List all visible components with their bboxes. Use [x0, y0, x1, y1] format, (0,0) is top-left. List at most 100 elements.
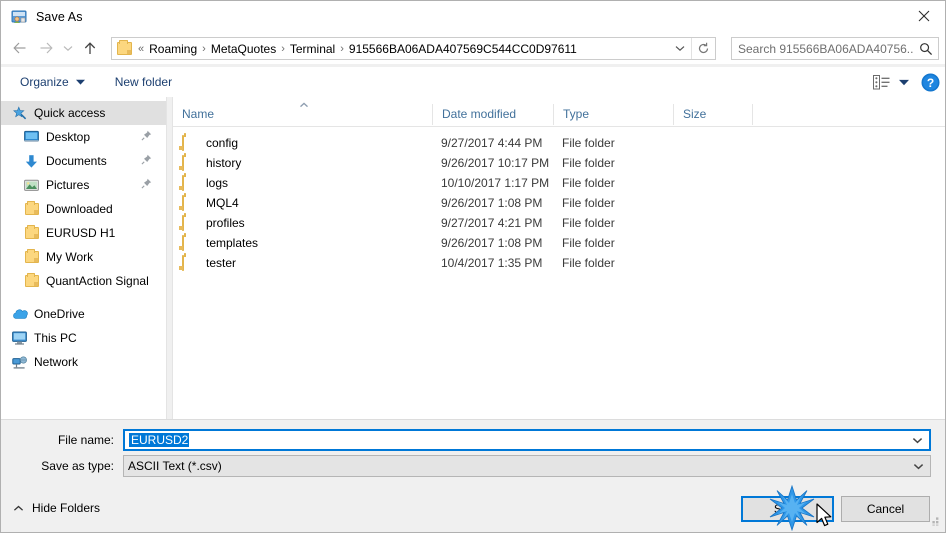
sidebar-item-onedrive[interactable]: OneDrive [1, 302, 166, 326]
breadcrumb-separator[interactable]: › [279, 43, 287, 55]
navigation-pane: Quick access Desktop Documents Pictures … [1, 97, 166, 419]
this-pc-icon [11, 330, 28, 346]
save-as-icon [11, 9, 27, 25]
file-date-modified: 9/26/2017 1:08 PM [441, 236, 543, 250]
recent-locations-button[interactable] [59, 35, 77, 61]
sidebar-item-label: This PC [34, 331, 77, 345]
sidebar-item-my-work[interactable]: My Work [1, 245, 166, 269]
organize-button[interactable]: Organize [11, 70, 94, 94]
new-folder-label: New folder [114, 75, 173, 89]
sidebar-row: Desktop [1, 125, 166, 149]
save-as-dialog: Save As « Roaming › MetaQuotes › Termina… [0, 0, 946, 533]
folder-icon [23, 273, 40, 289]
address-bar[interactable]: « Roaming › MetaQuotes › Terminal › 9155… [111, 37, 716, 60]
column-header-date-modified[interactable]: Date modified [433, 103, 554, 125]
help-button[interactable]: ? [913, 73, 945, 92]
pin-icon[interactable] [141, 178, 152, 192]
folder-icon [117, 40, 132, 55]
sidebar-item-quantaction-signal[interactable]: QuantAction Signal [1, 269, 166, 293]
up-button[interactable] [77, 35, 103, 61]
help-icon: ? [921, 73, 939, 91]
table-row[interactable]: history 9/26/2017 10:17 PM File folder [173, 153, 945, 173]
forward-button[interactable] [33, 35, 59, 61]
resize-grip[interactable] [927, 512, 941, 529]
sidebar-item-label: Network [34, 355, 79, 369]
sidebar-item-documents[interactable]: Documents [1, 149, 166, 173]
table-row[interactable]: tester 10/4/2017 1:35 PM File folder [173, 253, 945, 273]
chevron-down-icon [913, 463, 923, 469]
pin-icon[interactable] [141, 154, 152, 168]
sidebar-item-network[interactable]: Network [1, 350, 166, 374]
hide-folders-button[interactable]: Hide Folders [13, 501, 100, 515]
breadcrumb-separator[interactable]: › [200, 43, 208, 55]
search-box[interactable]: Search 915566BA06ADA40756... [731, 37, 939, 60]
column-header-size[interactable]: Size [674, 103, 753, 125]
close-button[interactable] [901, 1, 945, 31]
table-row[interactable]: templates 9/26/2017 1:08 PM File folder [173, 233, 945, 253]
folder-icon [182, 195, 198, 211]
file-name-value[interactable]: EURUSD2 [125, 433, 905, 447]
table-row[interactable]: logs 10/10/2017 1:17 PM File folder [173, 173, 945, 193]
save-as-type-value: ASCII Text (*.csv) [128, 459, 222, 473]
search-icon[interactable] [914, 42, 938, 56]
table-row[interactable]: config 9/27/2017 4:44 PM File folder [173, 133, 945, 153]
file-name-label: File name: [57, 433, 114, 447]
sidebar-item-eurusd-h1[interactable]: EURUSD H1 [1, 221, 166, 245]
file-date-modified: 9/27/2017 4:44 PM [441, 136, 543, 150]
table-row[interactable]: MQL4 9/26/2017 1:08 PM File folder [173, 193, 945, 213]
table-row[interactable]: profiles 9/27/2017 4:21 PM File folder [173, 213, 945, 233]
file-name: config [206, 136, 239, 150]
file-name: logs [206, 176, 229, 190]
save-as-type-select[interactable]: ASCII Text (*.csv) [123, 455, 931, 477]
pin-icon[interactable] [141, 130, 152, 144]
network-icon [11, 354, 28, 370]
breadcrumb-separator[interactable]: › [338, 43, 346, 55]
toolbar-right-group: ? [867, 67, 945, 97]
sidebar-item-this-pc[interactable]: This PC [1, 326, 166, 350]
sidebar-item-quick-access[interactable]: Quick access [1, 101, 166, 125]
star-pin-icon [11, 105, 28, 121]
breadcrumb-item-roaming[interactable]: Roaming [146, 42, 200, 56]
svg-text:?: ? [926, 76, 933, 90]
sidebar-item-label: My Work [46, 250, 94, 264]
chevron-down-icon [912, 437, 922, 443]
file-type: File folder [562, 216, 615, 230]
breadcrumb-item-current-folder[interactable]: 915566BA06ADA407569C544CC0D97611 [346, 42, 580, 56]
sidebar-item-pictures[interactable]: Pictures [1, 173, 166, 197]
save-as-type-dropdown-button[interactable] [906, 463, 930, 470]
search-input[interactable]: Search 915566BA06ADA40756... [732, 42, 914, 56]
address-dropdown-button[interactable] [669, 38, 691, 59]
cancel-button[interactable]: Cancel [841, 496, 930, 522]
sidebar-item-label: Documents [46, 154, 107, 168]
folder-icon [182, 175, 198, 191]
file-name: history [206, 156, 242, 170]
pane-splitter[interactable] [166, 97, 173, 419]
hide-folders-label: Hide Folders [32, 501, 101, 515]
new-folder-button[interactable]: New folder [106, 70, 181, 94]
file-type: File folder [562, 176, 615, 190]
arrow-right-icon [40, 42, 53, 54]
file-list-header: Name Date modified Type Size [173, 102, 945, 127]
breadcrumb-item-terminal[interactable]: Terminal [287, 42, 338, 56]
pictures-icon [23, 177, 40, 193]
sidebar-item-label: Pictures [46, 178, 90, 192]
folder-icon [23, 201, 40, 217]
change-view-button[interactable] [867, 70, 913, 94]
file-name-input[interactable]: EURUSD2 [123, 429, 931, 451]
breadcrumb-item-metaquotes[interactable]: MetaQuotes [208, 42, 279, 56]
folder-icon [182, 235, 198, 251]
file-name-dropdown-button[interactable] [905, 437, 929, 444]
chevron-down-icon [675, 46, 685, 52]
back-button[interactable] [7, 35, 33, 61]
save-button[interactable]: Save [741, 496, 834, 522]
file-list-pane: Name Date modified Type Size config 9/27… [173, 97, 945, 419]
refresh-button[interactable] [691, 38, 715, 59]
folder-icon [182, 135, 198, 151]
column-header-type[interactable]: Type [554, 103, 674, 125]
desktop-icon [23, 129, 40, 145]
sidebar-item-downloaded[interactable]: Downloaded [1, 197, 166, 221]
breadcrumb: « Roaming › MetaQuotes › Terminal › 9155… [136, 42, 669, 56]
refresh-icon [698, 42, 709, 54]
sidebar-item-desktop[interactable]: Desktop [1, 125, 166, 149]
onedrive-cloud-icon [11, 306, 28, 322]
